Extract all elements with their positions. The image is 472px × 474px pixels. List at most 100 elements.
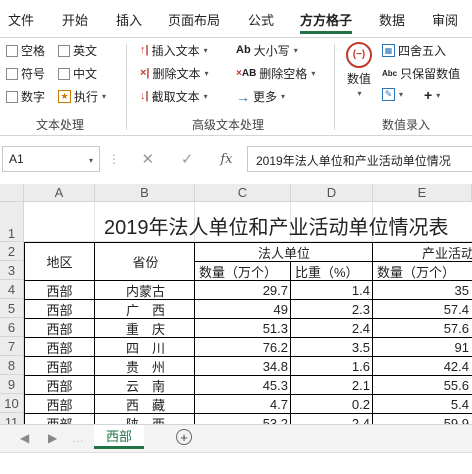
checkbox-chinese[interactable]: 中文	[58, 65, 97, 82]
cell-legal-share[interactable]: 2.4	[292, 414, 373, 425]
cell-legal-share[interactable]: 3.5	[292, 338, 373, 356]
sheet-menu-dots-icon[interactable]: …	[72, 431, 84, 445]
cell-industry-count[interactable]: 57.4	[374, 300, 472, 318]
row-header[interactable]: 9	[0, 375, 24, 394]
tab-insert[interactable]: 插入	[116, 10, 142, 29]
header-count-2[interactable]: 数量（万个）	[374, 262, 472, 280]
table-title[interactable]: 2019年法人单位和产业活动单位情况表	[104, 202, 472, 242]
checkbox-number[interactable]: 数字	[6, 88, 45, 105]
cancel-icon[interactable]: ✕	[141, 150, 154, 168]
cell-industry-count[interactable]: 57.6	[374, 319, 472, 337]
checkbox-english[interactable]: 英文	[58, 42, 97, 59]
cell-industry-count[interactable]: 59.9	[374, 414, 472, 425]
cell-province[interactable]: 重 庆	[96, 319, 195, 337]
header-industry-unit[interactable]: 产业活动	[374, 243, 472, 261]
cell-province[interactable]: 四 川	[96, 338, 195, 356]
name-box[interactable]: A1 ▾	[2, 146, 100, 172]
scroll-right-icon[interactable]: ▶	[48, 431, 57, 445]
checkbox-box[interactable]	[6, 90, 18, 103]
cell-legal-count[interactable]: 76.2	[196, 338, 291, 356]
column-header-b[interactable]: B	[95, 184, 195, 202]
cell-region[interactable]: 西部	[25, 357, 94, 375]
cell-legal-count[interactable]: 51.3	[196, 319, 291, 337]
formula-input[interactable]: 2019年法人单位和产业活动单位情况	[247, 146, 472, 172]
column-header-c[interactable]: C	[195, 184, 291, 202]
confirm-icon[interactable]: ✓	[181, 150, 194, 168]
cell-province[interactable]: 陕 西	[96, 414, 195, 425]
round-button[interactable]: ▦ 四舍五入	[382, 42, 446, 59]
cell-province[interactable]: 广 西	[96, 300, 195, 318]
tab-formulas[interactable]: 公式	[248, 10, 274, 29]
tab-page-layout[interactable]: 页面布局	[168, 10, 220, 29]
cell-legal-count[interactable]: 29.7	[196, 281, 291, 299]
function-icon[interactable]: fx	[220, 152, 232, 167]
tab-review[interactable]: 审阅	[432, 10, 458, 29]
drag-handle-icon[interactable]: ⋮	[108, 152, 120, 166]
cell-region[interactable]: 西部	[25, 319, 94, 337]
tab-home[interactable]: 开始	[62, 10, 88, 29]
cell-province[interactable]: 内蒙古	[96, 281, 195, 299]
cell-legal-share[interactable]: 1.6	[292, 357, 373, 375]
row-header[interactable]: 3	[0, 261, 24, 280]
column-header-d[interactable]: D	[291, 184, 373, 202]
more-button[interactable]: → 更多 ▾	[236, 88, 285, 105]
cell-legal-share[interactable]: 2.1	[292, 376, 373, 394]
cell-legal-share[interactable]: 2.4	[292, 319, 373, 337]
column-header-e[interactable]: E	[373, 184, 472, 202]
edit-dropdown-button[interactable]: ✎ ▾	[382, 88, 403, 101]
sheet-tab-west[interactable]: 西部	[94, 425, 144, 449]
cell-legal-count[interactable]: 45.3	[196, 376, 291, 394]
cell-legal-count[interactable]: 4.7	[196, 395, 291, 413]
cell-legal-share[interactable]: 0.2	[292, 395, 373, 413]
checkbox-box[interactable]	[58, 67, 70, 80]
tab-data[interactable]: 数据	[379, 10, 405, 29]
cell-industry-count[interactable]: 42.4	[374, 357, 472, 375]
checkbox-box[interactable]	[6, 44, 18, 57]
tab-fangfang[interactable]: 方方格子	[300, 10, 352, 29]
header-legal-unit[interactable]: 法人单位	[196, 243, 372, 261]
header-count[interactable]: 数量（万个）	[196, 262, 291, 280]
scroll-left-icon[interactable]: ◀	[20, 431, 29, 445]
row-header[interactable]: 5	[0, 299, 24, 318]
case-button[interactable]: Ab 大小写 ▾	[236, 42, 298, 59]
cell-legal-share[interactable]: 2.3	[292, 300, 373, 318]
cell-region[interactable]: 西部	[25, 395, 94, 413]
checkbox-box[interactable]	[6, 67, 18, 80]
cell-province[interactable]: 西 藏	[96, 395, 195, 413]
delete-text-button[interactable]: ×| 删除文本 ▾	[140, 65, 209, 82]
truncate-text-button[interactable]: ↓| 截取文本 ▾	[140, 88, 208, 105]
execute-button[interactable]: ★ 执行 ▾	[58, 88, 106, 105]
chevron-down-icon[interactable]: ▾	[89, 156, 93, 165]
header-region[interactable]: 地区	[25, 243, 94, 280]
cell-industry-count[interactable]: 35	[374, 281, 472, 299]
tab-file[interactable]: 文件	[8, 10, 34, 29]
checkbox-box[interactable]	[58, 44, 70, 57]
column-header-a[interactable]: A	[24, 184, 95, 202]
row-header[interactable]: 10	[0, 394, 24, 413]
row-header[interactable]: 2	[0, 242, 24, 261]
cell-legal-share[interactable]: 1.4	[292, 281, 373, 299]
value-button[interactable]: (−) 数值 ▾	[340, 42, 378, 98]
cell-region[interactable]: 西部	[25, 338, 94, 356]
insert-text-button[interactable]: ↑| 插入文本 ▾	[140, 42, 208, 59]
row-header[interactable]: 6	[0, 318, 24, 337]
header-province[interactable]: 省份	[96, 243, 195, 280]
row-header[interactable]: 1	[0, 202, 24, 242]
cell-region[interactable]: 西部	[25, 300, 94, 318]
row-header[interactable]: 7	[0, 337, 24, 356]
cell-region[interactable]: 西部	[25, 414, 94, 425]
add-sheet-icon[interactable]: +	[176, 429, 192, 445]
cell-region[interactable]: 西部	[25, 281, 94, 299]
add-button[interactable]: + ▾	[424, 88, 440, 102]
row-header[interactable]: 8	[0, 356, 24, 375]
cell-industry-count[interactable]: 91	[374, 338, 472, 356]
checkbox-space[interactable]: 空格	[6, 42, 45, 59]
cell-legal-count[interactable]: 53.2	[196, 414, 291, 425]
cell-province[interactable]: 贵 州	[96, 357, 195, 375]
cell-industry-count[interactable]: 5.4	[374, 395, 472, 413]
keep-numeric-button[interactable]: Abc 只保留数值	[382, 65, 460, 82]
row-header[interactable]: 11	[0, 413, 24, 424]
cell-province[interactable]: 云 南	[96, 376, 195, 394]
cell-region[interactable]: 西部	[25, 376, 94, 394]
header-share[interactable]: 比重（%）	[292, 262, 373, 280]
